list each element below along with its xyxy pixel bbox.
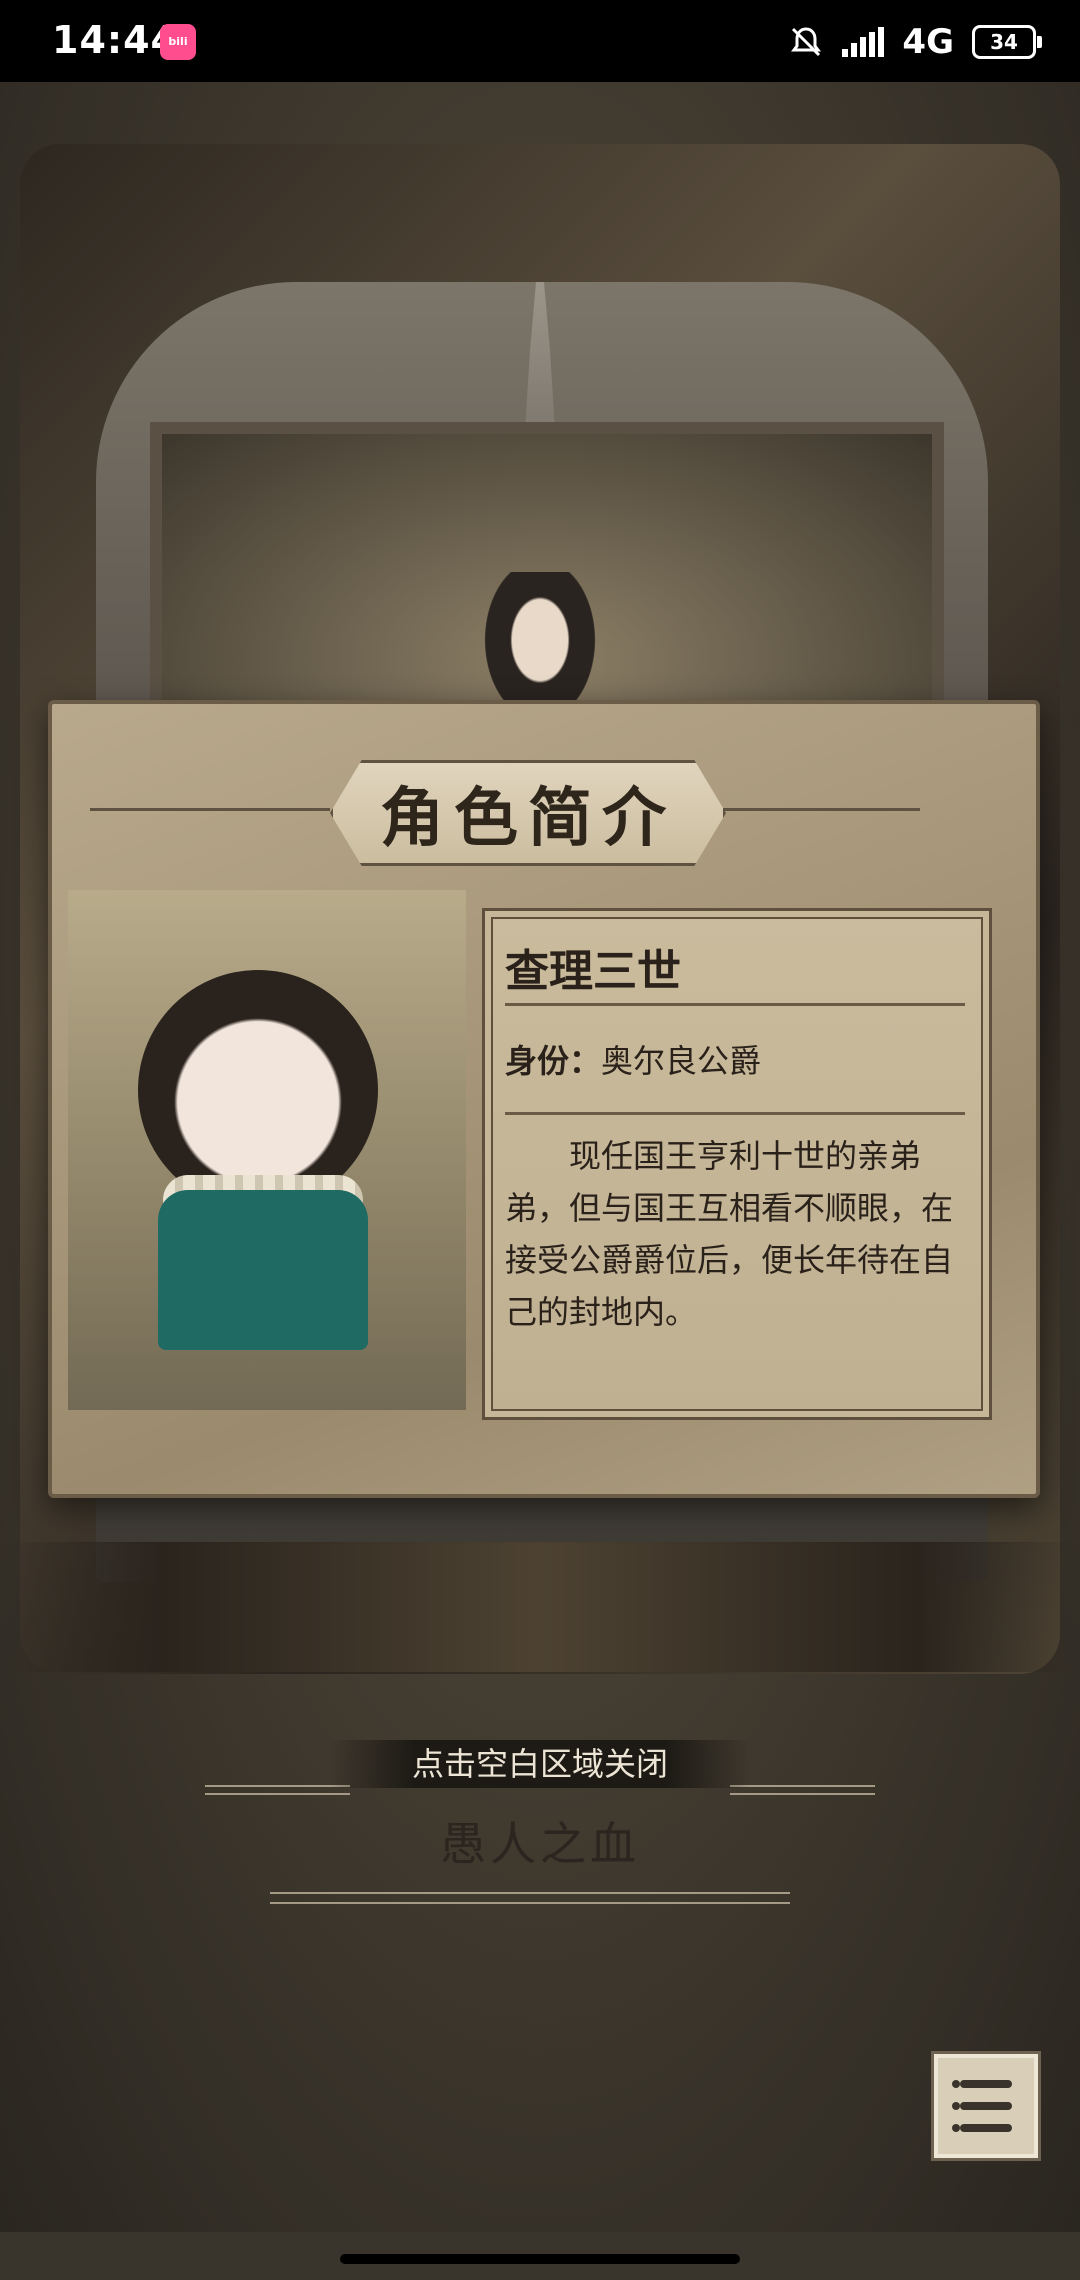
portrait-head (138, 970, 378, 1210)
character-portrait (68, 890, 466, 1410)
identity-value: 奥尔良公爵 (601, 1042, 762, 1080)
card-title: 角色简介 (380, 782, 676, 856)
chapter-title: 愚人之血 (440, 1817, 640, 1871)
list-line (960, 2080, 1012, 2088)
chapter-ornament (270, 1892, 790, 1904)
list-line (960, 2102, 1012, 2110)
close-hint[interactable]: 点击空白区域关闭 (330, 1740, 750, 1788)
identity-row: 身份：奥尔良公爵 (505, 1036, 761, 1082)
list-dot (952, 2124, 960, 2132)
character-name: 查理三世 (505, 946, 681, 997)
character-description: 现任国王亨利十世的亲弟弟，但与国王互相看不顺眼，在接受公爵爵位后，便长年待在自己… (505, 1137, 954, 1331)
frame-bottom-ornament (0, 1542, 1080, 1672)
list-line (960, 2124, 1012, 2132)
hint-ornament-right (730, 1785, 875, 1795)
identity-label: 身份： (505, 1042, 602, 1080)
home-indicator[interactable] (340, 2254, 740, 2264)
portrait-body (158, 1190, 368, 1350)
battery-icon: 34 (972, 25, 1042, 59)
divider (505, 1003, 965, 1006)
hint-ornament-left (205, 1785, 350, 1795)
app-badge-icon: bili (160, 24, 196, 60)
list-dot (952, 2080, 960, 2088)
list-dot (952, 2102, 960, 2110)
network-type: 4G (902, 22, 954, 62)
title-banner: 角色简介 (330, 760, 726, 866)
status-icons: 4G 34 (788, 22, 1042, 62)
mute-bell-icon (791, 27, 822, 57)
banner-ornament-left (90, 808, 330, 811)
banner-ornament-right (720, 808, 920, 811)
signal-icon (842, 27, 885, 57)
divider (505, 1112, 965, 1115)
menu-button[interactable] (934, 2054, 1038, 2158)
status-bar: 14:44 bili 4G 34 (0, 0, 1080, 82)
